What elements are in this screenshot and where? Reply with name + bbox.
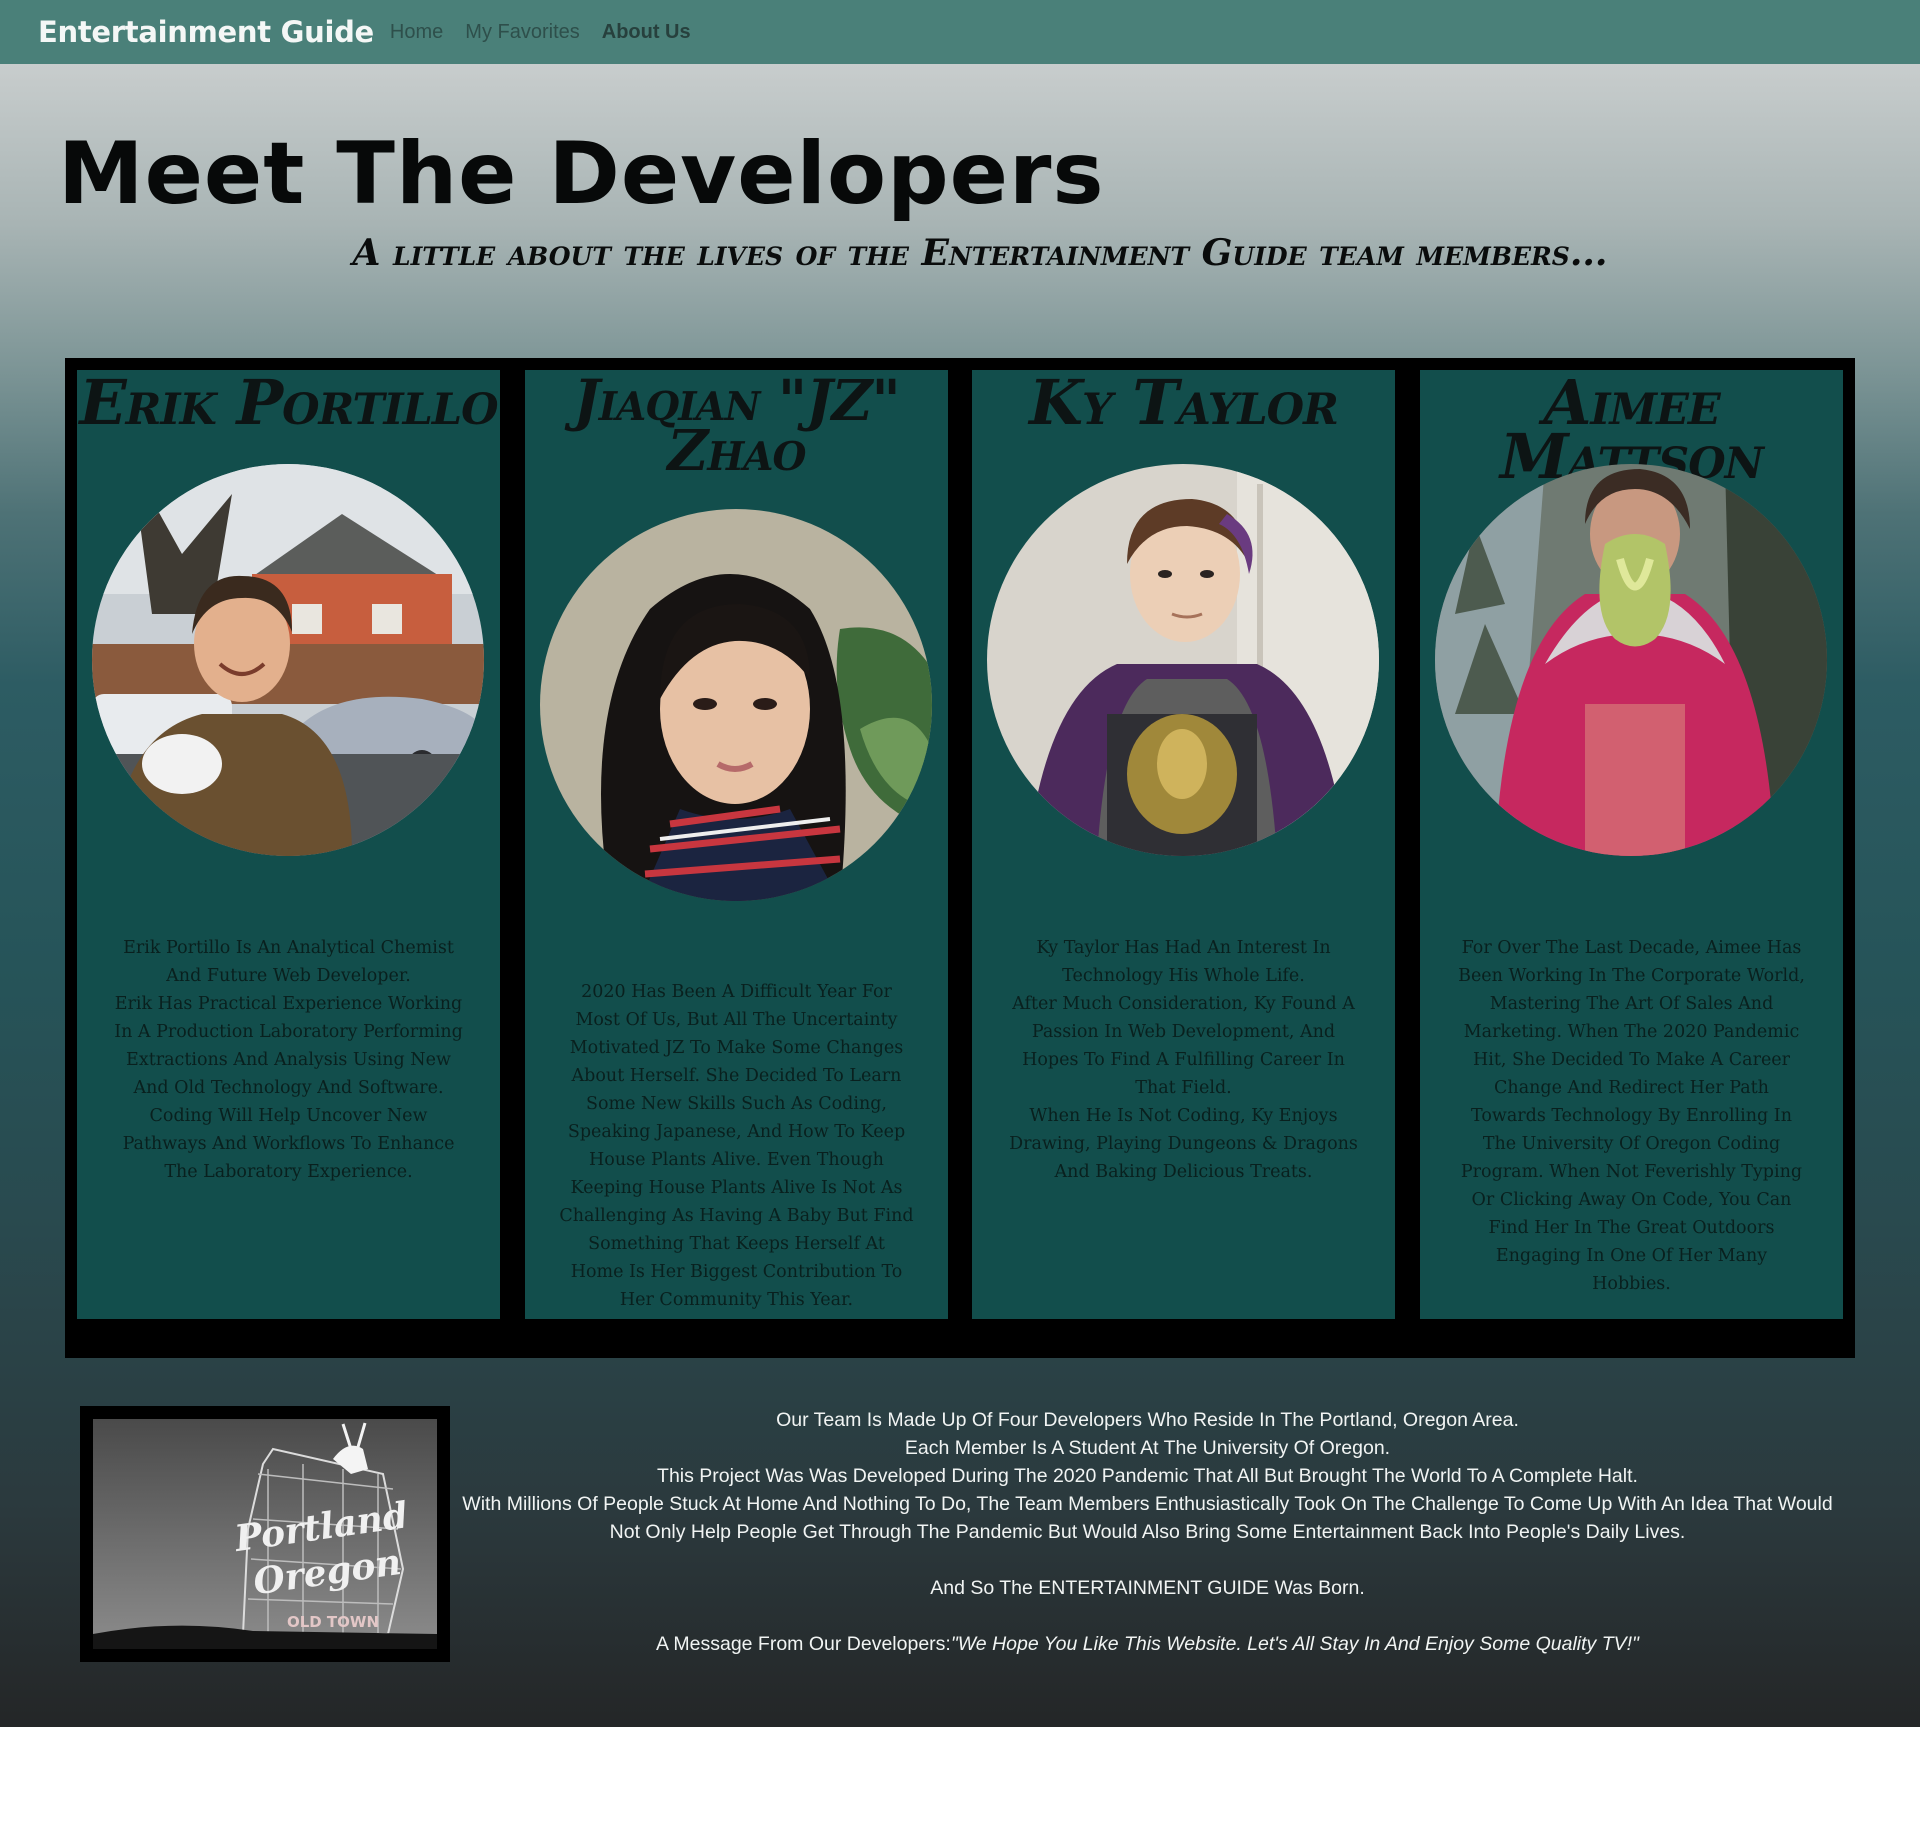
team-description: Our Team Is Made Up Of Four Developers W… — [460, 1406, 1835, 1658]
nav-link-about-us[interactable]: About Us — [602, 21, 702, 44]
about-paragraph: With Millions Of People Stuck At Home An… — [462, 1493, 1833, 1543]
developer-bio: Ky Taylor Has Had An Interest In Technol… — [1006, 934, 1361, 1186]
bio-paragraph: Ky Taylor Has Had An Interest In Technol… — [1036, 938, 1331, 986]
about-paragraph: Our Team Is Made Up Of Four Developers W… — [776, 1409, 1519, 1431]
bio-paragraph: 2020 Has Been A Difficult Year For Most … — [559, 982, 914, 1310]
developer-card-ky: Ky Taylor Ky Taylor Has Had An Interest … — [972, 370, 1395, 1319]
about-paragraph: This Project Was Was Developed During Th… — [657, 1465, 1638, 1487]
portland-sign-image: Portland Oregon OLD TOWN — [80, 1406, 450, 1662]
developer-name: Ky Taylor — [1029, 366, 1339, 439]
message-label: A Message From Our Developers: — [656, 1633, 951, 1655]
page-title: Meet The Developers — [58, 124, 1105, 224]
ky-photo-icon — [987, 464, 1379, 856]
portland-sign-icon: Portland Oregon OLD TOWN — [93, 1419, 437, 1649]
developer-message: A Message From Our Developers:"We Hope Y… — [460, 1630, 1835, 1658]
developer-name: Jiaqian "JZ" Zhao — [573, 368, 900, 484]
bio-paragraph: Coding Will Help Uncover New Pathways An… — [122, 1106, 455, 1182]
developer-card-jz: Jiaqian "JZ" Zhao 2020 Has Been A Diffic… — [525, 370, 948, 1319]
developer-card-erik: Erik Portillo Erik Portillo Is An Analyt… — [77, 370, 500, 1319]
sign-text-old-town: OLD TOWN — [287, 1613, 379, 1631]
developer-bio: For Over The Last Decade, Aimee Has Been… — [1454, 934, 1809, 1298]
page-subtitle: A little about the lives of the Entertai… — [352, 232, 1608, 274]
message-quote: "We Hope You Like This Website. Let's Al… — [950, 1633, 1639, 1655]
bio-paragraph: For Over The Last Decade, Aimee Has Been… — [1458, 938, 1805, 1294]
aimee-photo-icon — [1435, 464, 1827, 856]
bio-paragraph: After Much Consideration, Ky Found A Pas… — [1012, 994, 1355, 1098]
developer-cards: Erik Portillo Erik Portillo Is An Analyt… — [65, 358, 1855, 1358]
about-page: Meet The Developers A little about the l… — [0, 64, 1920, 1727]
born-statement: And So The ENTERTAINMENT GUIDE Was Born. — [930, 1577, 1365, 1599]
jz-photo-icon — [540, 509, 932, 901]
nav-link-home[interactable]: Home — [390, 21, 454, 44]
developer-card-aimee: Aimee Mattson For Over The Last Decade, … — [1420, 370, 1843, 1319]
nav-link-my-favorites[interactable]: My Favorites — [465, 21, 590, 44]
bio-paragraph: Erik Has Practical Experience Working In… — [114, 994, 463, 1098]
bio-paragraph: Erik Portillo Is An Analytical Chemist A… — [123, 938, 454, 986]
developer-bio: Erik Portillo Is An Analytical Chemist A… — [111, 934, 466, 1186]
bio-paragraph: When He Is Not Coding, Ky Enjoys Drawing… — [1009, 1106, 1358, 1182]
erik-photo-icon — [92, 464, 484, 856]
developer-name: Erik Portillo — [79, 366, 498, 439]
navbar: Entertainment Guide Home My Favorites Ab… — [0, 0, 1920, 64]
developer-bio: 2020 Has Been A Difficult Year For Most … — [559, 978, 914, 1314]
about-paragraph: Each Member Is A Student At The Universi… — [904, 1437, 1391, 1459]
brand-link[interactable]: Entertainment Guide — [38, 15, 374, 49]
